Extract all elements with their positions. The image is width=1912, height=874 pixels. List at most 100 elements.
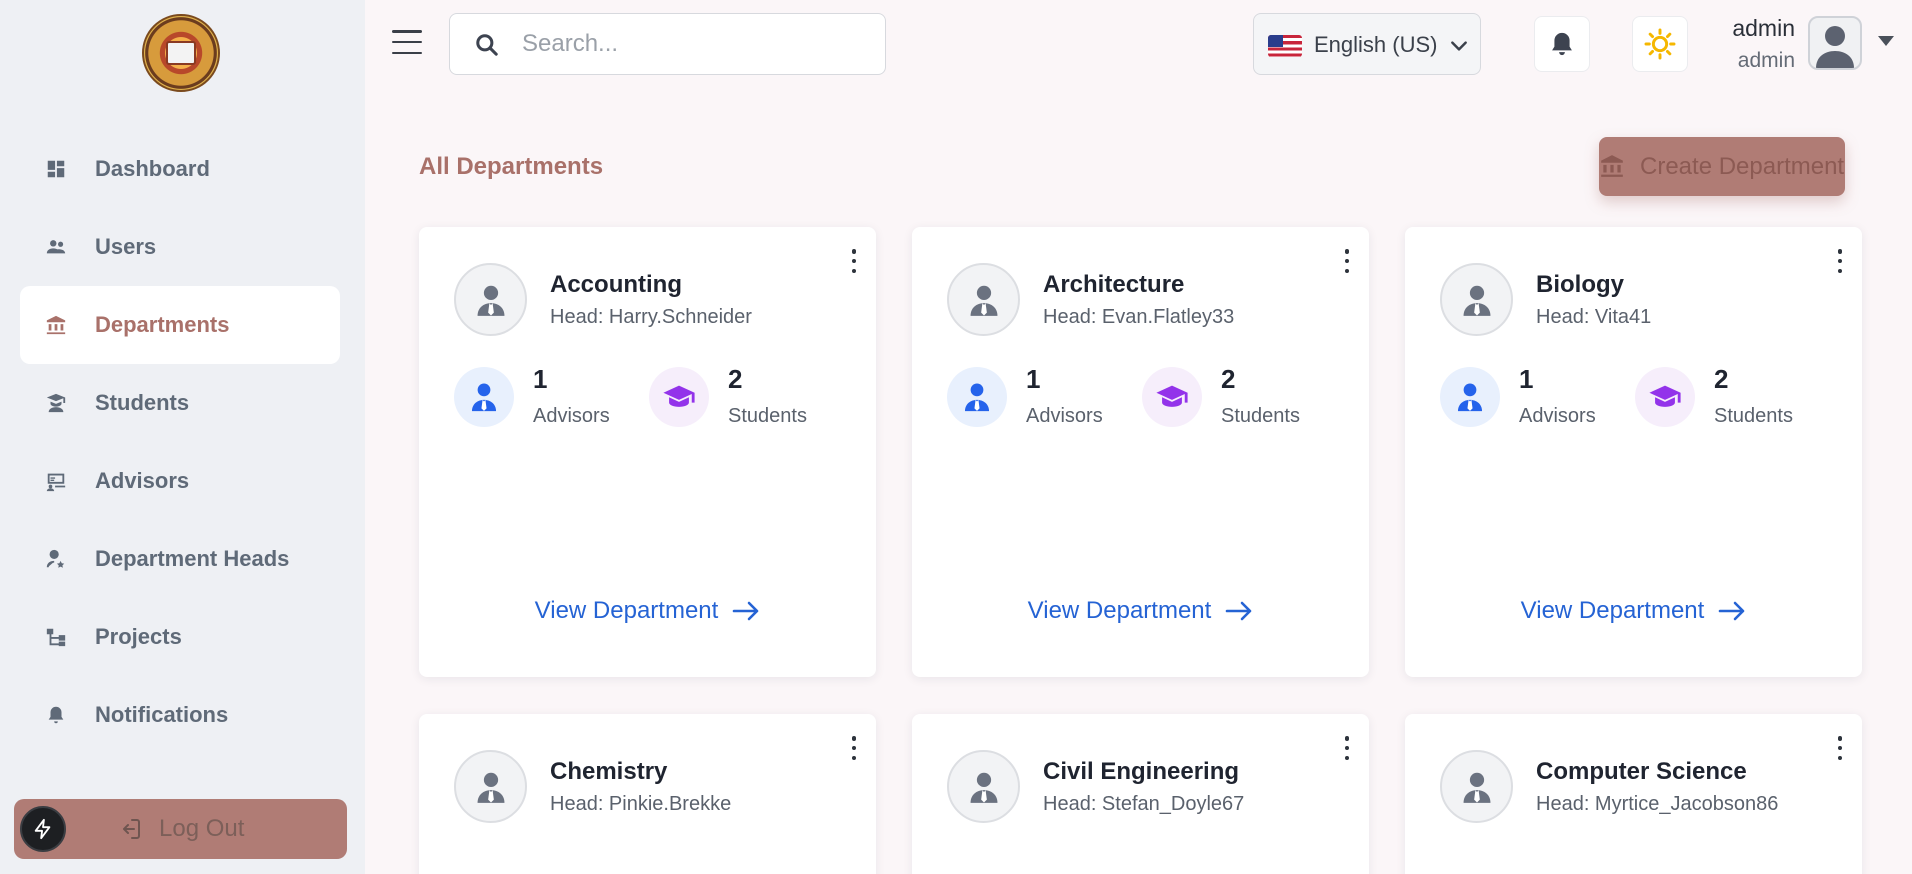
sidebar-item-label: Projects [95,624,182,649]
department-head: Head: Harry.Schneider [550,306,752,328]
sidebar-item-dashboard[interactable]: Dashboard [20,130,340,208]
advisor-icon [947,367,1007,427]
department-card: Computer Science Head: Myrtice_Jacobson86 [1405,714,1862,874]
sidebar-item-users[interactable]: Users [20,208,340,286]
department-head: Head: Stefan_Doyle67 [1043,793,1245,815]
institution-icon [44,313,68,337]
department-name: Architecture [1043,271,1185,298]
students-count: 2 [1221,364,1236,394]
department-head: Head: Pinkie.Brekke [550,793,732,815]
person-icon [472,281,510,319]
person-icon [1458,768,1496,806]
notifications-button[interactable] [1534,16,1590,72]
advisors-label: Advisors [533,405,610,427]
college-logo[interactable] [142,14,220,92]
book-icon [166,41,196,65]
users-icon [44,235,68,259]
advisors-count: 1 [1519,364,1534,394]
department-name: Biology [1536,271,1624,298]
chevron-down-icon [1451,41,1467,51]
department-avatar [947,750,1020,823]
more-options-icon[interactable] [1836,249,1844,273]
more-options-icon[interactable] [1343,249,1351,273]
department-head: Head: Myrtice_Jacobson86 [1536,793,1779,815]
institution-icon [1599,153,1625,179]
menu-toggle-button[interactable] [392,30,422,54]
student-icon [44,391,68,415]
person-icon [1816,26,1854,68]
user-menu-caret-icon[interactable] [1878,36,1894,46]
user-avatar[interactable] [1808,16,1862,70]
department-card: Biology Head: Vita41 1 Advisors 2 Students Vie… [1405,227,1862,677]
view-department-label: View Department [1027,597,1212,624]
sidebar-item-notifications[interactable]: Notifications [20,676,340,754]
department-name: Civil Engineering [1043,758,1240,785]
more-options-icon[interactable] [850,249,858,273]
more-options-icon[interactable] [1836,736,1844,760]
advisor-icon [44,469,68,493]
arrow-right-icon [1704,600,1746,622]
view-department-link[interactable]: View Department [1405,597,1862,625]
sidebar-item-departments[interactable]: Departments [20,286,340,364]
dashboard-icon [44,157,68,181]
sidebar-item-label: Users [95,234,157,259]
graduation-cap-icon [1142,367,1202,427]
view-department-label: View Department [534,597,719,624]
students-count: 2 [728,364,743,394]
sidebar-item-students[interactable]: Students [20,364,340,442]
advisors-count: 1 [533,364,548,394]
arrow-right-icon [1211,600,1253,622]
more-options-icon[interactable] [1343,736,1351,760]
sidebar-item-label: Students [95,390,190,415]
page-title: All Departments [419,153,604,180]
department-name: Chemistry [550,758,668,785]
bolt-icon[interactable] [20,806,66,852]
language-label: English (US) [1314,32,1438,57]
sidebar-nav: Dashboard Users Departments Students Adv… [20,130,340,754]
hamburger-icon [392,30,422,33]
view-department-link[interactable]: View Department [912,597,1369,625]
sidebar-item-projects[interactable]: Projects [20,598,340,676]
department-card: Civil Engineering Head: Stefan_Doyle67 [912,714,1369,874]
view-department-link[interactable]: View Department [419,597,876,625]
advisor-icon [1440,367,1500,427]
sidebar: Dashboard Users Departments Students Adv… [0,0,365,874]
theme-toggle-button[interactable] [1632,16,1688,72]
logout-icon [118,817,142,841]
graduation-cap-icon [649,367,709,427]
language-select[interactable]: English (US) [1253,13,1481,75]
person-icon [1458,281,1496,319]
sidebar-item-advisors[interactable]: Advisors [20,442,340,520]
department-name: Computer Science [1536,758,1747,785]
logout-button[interactable]: Log Out [14,799,347,859]
department-avatar [1440,263,1513,336]
more-options-icon[interactable] [850,736,858,760]
projects-icon [44,625,68,649]
advisor-icon [454,367,514,427]
person-icon [472,768,510,806]
person-icon [965,281,1003,319]
person-star-icon [44,547,68,571]
sidebar-item-department-heads[interactable]: Department Heads [20,520,340,598]
arrow-right-icon [718,600,760,622]
department-avatar [1440,750,1513,823]
department-name: Accounting [550,271,682,298]
create-department-button[interactable]: Create Department [1599,137,1845,196]
advisors-label: Advisors [1519,405,1596,427]
students-label: Students [1714,405,1793,427]
graduation-cap-icon [1635,367,1695,427]
students-label: Students [1221,405,1300,427]
department-avatar [454,750,527,823]
bell-icon [44,703,68,727]
search-input[interactable] [522,28,862,60]
sun-icon [1644,28,1676,60]
department-avatar [454,263,527,336]
department-card: Architecture Head: Evan.Flatley33 1 Advisor… [912,227,1369,677]
advisors-count: 1 [1026,364,1041,394]
person-icon [965,768,1003,806]
create-department-label: Create Department [1640,153,1845,180]
search-icon [476,34,498,56]
sidebar-item-label: Dashboard [95,156,210,181]
sidebar-item-label: Notifications [95,702,229,727]
bell-icon [1552,32,1572,56]
